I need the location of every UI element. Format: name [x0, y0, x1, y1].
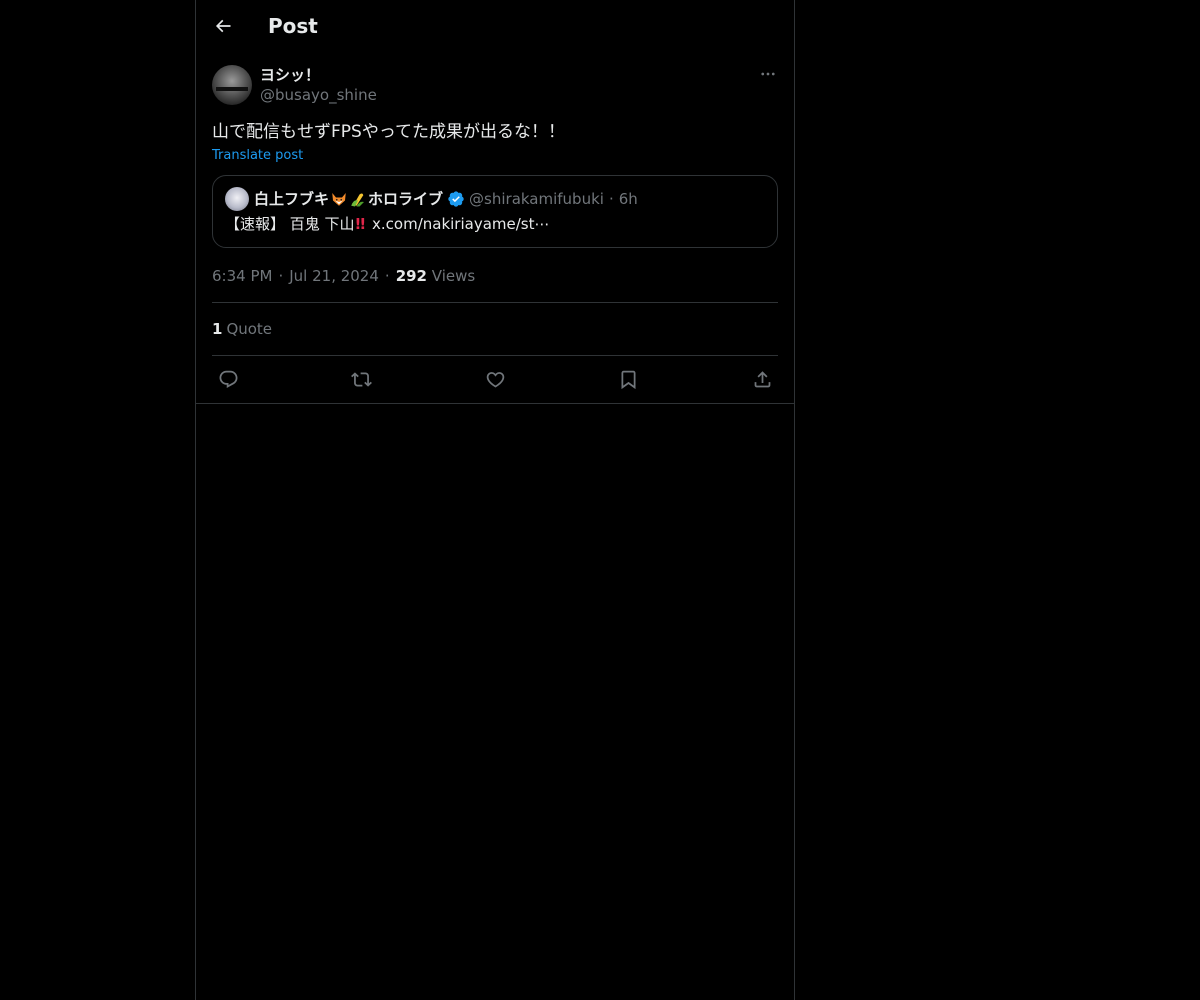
like-button[interactable] [483, 368, 507, 392]
display-name[interactable]: ヨシッ！ [260, 65, 377, 85]
share-icon [754, 371, 770, 388]
more-options-button[interactable] [758, 64, 778, 84]
quoted-post[interactable]: 白上フブキ ホロライブ @shirakamifubuki · 6h 【速報】 百… [212, 175, 778, 248]
arrow-left-icon [215, 19, 231, 33]
bookmark-icon [621, 370, 636, 390]
double-exclamation-emoji: !! [354, 215, 367, 233]
avatar[interactable] [212, 65, 252, 105]
like-icon [486, 372, 504, 388]
post-text: 山で配信もせずFPSやってた成果が出るな！！ [212, 122, 565, 142]
quoted-post-header: 白上フブキ ホロライブ @shirakamifubuki · 6h [225, 187, 765, 211]
quote-count: 1 [212, 320, 223, 338]
repost-button[interactable] [350, 368, 374, 392]
more-icon [761, 72, 775, 76]
quoted-name-part1: 白上フブキ [254, 190, 330, 208]
fox-emoji-icon [332, 193, 346, 206]
quotes-stat[interactable]: 1 Quote [212, 320, 272, 338]
author-names: ヨシッ！ @busayo_shine [260, 65, 377, 105]
main-column: Post ヨシッ！ @busayo_shine 山で配信もせずFPSやってた成果… [195, 0, 795, 1000]
post-meta: 6:34 PM · Jul 21, 2024 · 292 Views [212, 264, 778, 288]
views-count: 292 [395, 267, 427, 285]
post-time[interactable]: 6:34 PM [212, 267, 272, 285]
repost-icon [351, 372, 372, 387]
author-row: ヨシッ！ @busayo_shine [212, 64, 778, 106]
translate-link[interactable]: Translate post [212, 147, 303, 165]
quoted-link[interactable]: x.com/nakiriayame/st⋯ [372, 215, 549, 233]
quoted-name-part2: ホロライブ [368, 190, 444, 208]
quoted-body-text: 【速報】 百鬼 下山 [225, 215, 355, 233]
post: ヨシッ！ @busayo_shine 山で配信もせずFPSやってた成果が出るな！… [212, 64, 778, 403]
meta-separator: · [278, 267, 284, 285]
bookmark-button[interactable] [617, 368, 641, 392]
top-bar: Post [196, 0, 794, 53]
views-label: Views [431, 267, 476, 285]
share-button[interactable] [750, 368, 774, 392]
meta-separator: · [384, 267, 390, 285]
quoted-handle: @shirakamifubuki [469, 190, 604, 208]
quoted-avatar [225, 187, 249, 211]
engagement-stats: 1 Quote [212, 303, 778, 355]
quoted-separator: · [608, 190, 614, 208]
reply-button[interactable] [216, 368, 240, 392]
verified-badge-icon [448, 191, 464, 207]
quoted-time: 6h [618, 190, 638, 208]
action-bar [212, 356, 778, 403]
corn-emoji-icon [351, 193, 365, 207]
quoted-post-body: 【速報】 百鬼 下山!! x.com/nakiriayame/st⋯ [225, 213, 765, 235]
author-handle[interactable]: @busayo_shine [260, 85, 377, 105]
quote-label: Quote [226, 320, 273, 338]
post-bottom-border [196, 403, 794, 404]
page-title: Post [268, 14, 318, 38]
post-date[interactable]: Jul 21, 2024 [289, 267, 379, 285]
reply-icon [219, 370, 237, 388]
back-button[interactable] [210, 13, 236, 39]
